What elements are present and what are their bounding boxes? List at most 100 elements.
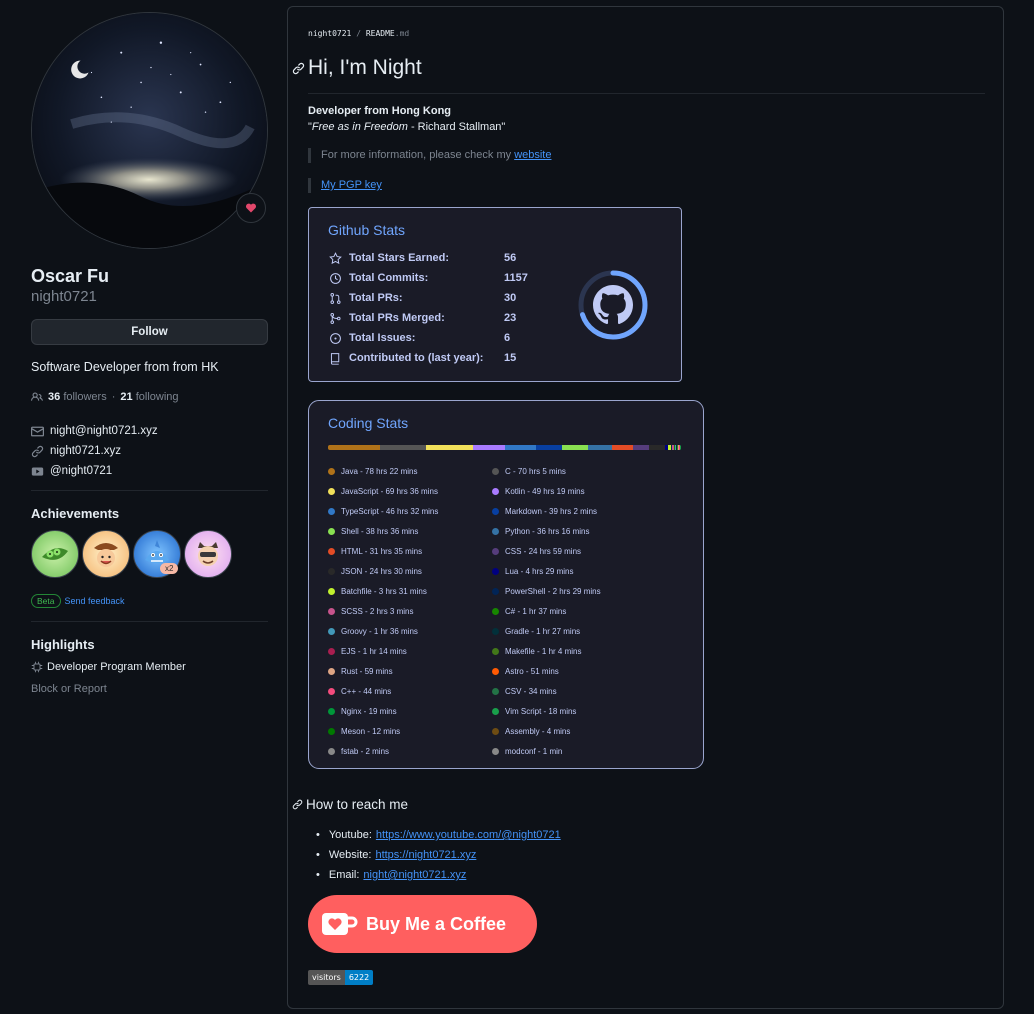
coffee-cup-icon: [322, 913, 358, 935]
language-separator: -: [510, 466, 518, 476]
issue-icon: [328, 331, 342, 345]
youtube-link[interactable]: @night0721: [50, 465, 112, 477]
info-blockquote: For more information, please check my we…: [308, 148, 551, 163]
achievement-pull-shark[interactable]: x2: [133, 530, 181, 578]
language-item: Meson - 12 mins: [328, 724, 400, 738]
website-url-link[interactable]: https://night0721.xyz: [375, 849, 476, 861]
language-time: 51 mins: [530, 666, 559, 676]
language-separator: -: [357, 666, 365, 676]
language-item: Python - 36 hrs 16 mins: [492, 524, 589, 538]
status-emoji[interactable]: [236, 193, 266, 223]
language-time: 1 hr 27 mins: [536, 626, 581, 636]
youtube-url-link[interactable]: https://www.youtube.com/@night0721: [376, 829, 561, 841]
stat-row: Total PRs: 30: [328, 288, 516, 308]
stat-value: 56: [504, 252, 517, 264]
language-time: 36 hrs 16 mins: [537, 526, 590, 536]
buy-me-a-coffee-button[interactable]: Buy Me a Coffee: [308, 895, 537, 953]
achievement-multiplier: x2: [160, 563, 179, 574]
following-link[interactable]: 21 following: [120, 391, 178, 403]
achievement-yolo[interactable]: [184, 530, 232, 578]
email-link[interactable]: night@night0721.xyz: [50, 425, 158, 437]
language-time: 3 hrs 31 mins: [378, 586, 427, 596]
email-row: night@night0721.xyz: [31, 421, 268, 441]
language-time: 19 mins: [368, 706, 397, 716]
follow-button[interactable]: Follow: [31, 319, 268, 345]
language-separator: -: [362, 606, 370, 616]
pgp-key-link[interactable]: My PGP key: [321, 179, 382, 191]
followers-link[interactable]: 36 followers: [48, 391, 107, 403]
language-name: Rust: [341, 666, 358, 676]
list-item: Email:night@night0721.xyz: [316, 865, 561, 885]
avatar[interactable]: [31, 12, 268, 249]
heart-status-icon: [245, 203, 257, 213]
language-name: JSON: [341, 566, 363, 576]
cpu-icon: [31, 661, 43, 673]
coding-stats-title: Coding Stats: [328, 415, 409, 431]
language-time: 69 hrs 36 mins: [385, 486, 438, 496]
divider: [31, 490, 268, 491]
pull-request-icon: [328, 291, 342, 305]
language-separator: -: [355, 646, 363, 656]
following-count: 21: [120, 391, 133, 403]
reach-title: How to reach me: [306, 797, 409, 812]
language-time: 46 hrs 32 mins: [385, 506, 439, 516]
coding-stats-card[interactable]: Coding Stats Java - 78 hrs 22 mins C - 70…: [308, 400, 704, 769]
anchor-link-icon[interactable]: [292, 62, 305, 75]
language-bar-segment: [536, 445, 562, 450]
language-color-dot: [492, 747, 499, 755]
language-bar-segment: [328, 445, 380, 450]
language-time: 78 hrs 22 mins: [365, 466, 418, 476]
language-time: 1 hr 4 mins: [541, 646, 582, 656]
language-time: 38 hrs 36 mins: [365, 526, 419, 536]
stat-value: 23: [504, 312, 517, 324]
website-link[interactable]: night0721.xyz: [50, 445, 121, 457]
language-separator: -: [378, 506, 386, 516]
achievements-heading[interactable]: Achievements: [31, 506, 268, 521]
profile-sidebar: Oscar Fu night0721 Follow Software Devel…: [31, 12, 268, 695]
achievement-quickdraw[interactable]: [82, 530, 130, 578]
language-item: PowerShell - 2 hrs 29 mins: [492, 584, 601, 598]
language-color-dot: [328, 607, 335, 615]
language-color-dot: [328, 707, 335, 715]
stat-label: Total PRs Merged:: [349, 312, 445, 324]
language-bar-segment: [505, 445, 537, 450]
language-time: 2 hrs 29 mins: [552, 586, 601, 596]
github-stats-card[interactable]: Github Stats Total Stars Earned: 56 Total …: [308, 207, 682, 382]
merge-icon: [328, 311, 342, 325]
language-name: Kotlin: [505, 486, 526, 496]
visitors-label: visitors: [308, 970, 345, 985]
profile-name: Oscar Fu: [31, 266, 110, 286]
language-separator: -: [358, 526, 366, 536]
website-link[interactable]: website: [514, 149, 551, 161]
language-bar-segment: [611, 445, 633, 450]
send-feedback-link[interactable]: Send feedback: [65, 596, 125, 606]
achievement-pair-extraordinaire[interactable]: [31, 530, 79, 578]
quote-line: "Free as in Freedom - Richard Stallman": [308, 121, 505, 133]
divider: [31, 621, 268, 622]
language-color-dot: [492, 527, 499, 535]
language-time: 49 hrs 19 mins: [532, 486, 585, 496]
language-item: Markdown - 39 hrs 2 mins: [492, 504, 597, 518]
email-url-link[interactable]: night@night0721.xyz: [363, 869, 466, 881]
language-item: C# - 1 hr 37 mins: [492, 604, 566, 618]
language-name: CSS: [505, 546, 522, 556]
highlight-item[interactable]: Developer Program Member: [31, 661, 268, 673]
feedback-row: Beta Send feedback: [31, 594, 268, 608]
language-separator: -: [539, 726, 547, 736]
breadcrumb-user[interactable]: night0721: [308, 29, 351, 38]
language-item: Java - 78 hrs 22 mins: [328, 464, 417, 478]
readme-panel: night0721 / README.md Hi, I'm Night Deve…: [287, 6, 1004, 1009]
language-bar-segment: [379, 445, 427, 450]
language-item: Nginx - 19 mins: [328, 704, 397, 718]
language-time: 24 hrs 30 mins: [369, 566, 422, 576]
language-color-dot: [328, 587, 335, 595]
language-item: Gradle - 1 hr 27 mins: [492, 624, 580, 638]
anchor-link-icon[interactable]: [292, 799, 303, 810]
github-logo-icon: [593, 285, 633, 325]
language-item: fstab - 2 mins: [328, 744, 389, 758]
language-separator: -: [366, 626, 374, 636]
language-separator: -: [521, 546, 529, 556]
language-name: Astro: [505, 666, 524, 676]
list-item: Website:https://night0721.xyz: [316, 845, 561, 865]
block-report-link[interactable]: Block or Report: [31, 683, 268, 695]
